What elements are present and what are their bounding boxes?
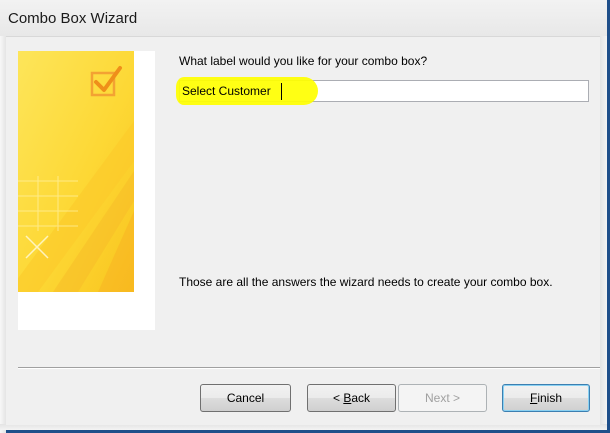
cancel-button-label: Cancel xyxy=(226,391,265,405)
wizard-summary-text: Those are all the answers the wizard nee… xyxy=(179,275,553,289)
wizard-checkmark-illustration-icon xyxy=(18,51,134,292)
next-button[interactable]: Next > xyxy=(398,384,487,412)
button-divider xyxy=(18,367,600,369)
window-title: Combo Box Wizard xyxy=(8,10,138,27)
combo-label-value[interactable]: Select Customer xyxy=(182,84,271,98)
cancel-button[interactable]: Cancel xyxy=(200,384,291,412)
wizard-window: Combo Box Wizard What label would you li… xyxy=(0,0,610,433)
window-frame-right xyxy=(600,36,607,430)
label-prompt: What label would you like for your combo… xyxy=(179,54,428,68)
finish-button-label: Finish xyxy=(529,391,563,405)
wizard-image-panel xyxy=(18,51,155,330)
wizard-body: What label would you like for your combo… xyxy=(6,36,600,425)
text-cursor xyxy=(281,83,282,100)
finish-button[interactable]: Finish xyxy=(502,384,590,412)
back-button-label: < Back xyxy=(332,391,371,405)
next-button-label: Next > xyxy=(424,391,460,405)
back-button[interactable]: < Back xyxy=(307,384,396,412)
title-bar[interactable]: Combo Box Wizard xyxy=(0,0,607,36)
